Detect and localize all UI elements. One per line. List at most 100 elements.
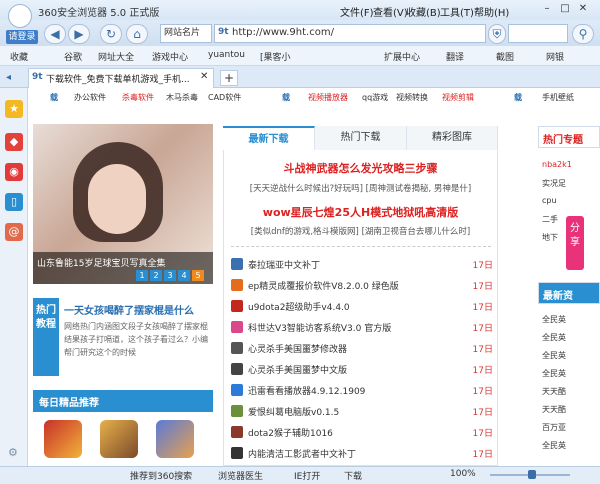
news-item-1[interactable]: 全民英 (542, 314, 566, 325)
hero-page-3[interactable]: 3 (164, 270, 176, 281)
list-item[interactable]: dota2猴子辅助1016 17日 (231, 422, 493, 443)
list-item-name[interactable]: dota2猴子辅助1016 (248, 426, 333, 439)
new-tab-button[interactable]: + (220, 70, 238, 86)
shield-icon[interactable]: ⛨ (488, 24, 506, 44)
hot-topic-2[interactable]: 实况足 (542, 178, 566, 189)
hot-tutorial-title[interactable]: 一天女孩喝醉了摆家棍是什么 (64, 302, 214, 317)
daily-app-icon-1[interactable] (44, 420, 82, 458)
menu-help[interactable]: 帮助(H) (474, 4, 509, 19)
favorites-icon[interactable]: ★ (5, 100, 23, 118)
news-item-6[interactable]: 天天酷 (542, 404, 566, 415)
sidebar-toggle-icon[interactable]: ◂ (6, 72, 11, 83)
bookmark-google[interactable]: 谷歌 (64, 50, 82, 63)
downloads[interactable]: 下载 (344, 469, 362, 482)
hero-page-1[interactable]: 1 (136, 270, 148, 281)
hot-topic-4[interactable]: 二手 (542, 214, 558, 225)
cat-video-edit[interactable]: 视频剪辑 (442, 92, 474, 103)
headline-1[interactable]: 斗战神武器怎么发光攻略三步骤 (223, 160, 498, 176)
recommend-360-search[interactable]: 推荐到360搜索 (130, 469, 192, 482)
list-item[interactable]: 心灵杀手美国噩梦修改器 17日 (231, 338, 493, 359)
tab-latest[interactable]: 最新下载 (223, 126, 315, 150)
cat-video-convert[interactable]: 视频转换 (396, 92, 428, 103)
bookmark-screenshot[interactable]: 截图 (496, 50, 514, 63)
list-item-name[interactable]: u9dota2超级助手v4.4.0 (248, 300, 350, 313)
bookmark-yuantou[interactable]: yuantou (208, 50, 245, 60)
list-item-name[interactable]: 迅雷看看播放器4.9.12.1909 (248, 384, 365, 397)
hot-topic-1[interactable]: nba2k1 (542, 160, 572, 169)
list-item-name[interactable]: 心灵杀手美国噩梦中文版 (248, 363, 347, 376)
list-item[interactable]: 科世达V3智能访客系统V3.0 官方版 17日 (231, 317, 493, 338)
headline-2[interactable]: wow星辰七煌25人H模式地狱吼高清版 (223, 204, 498, 220)
list-item-name[interactable]: 科世达V3智能访客系统V3.0 官方版 (248, 321, 391, 334)
subline-2[interactable]: [类似dnf的游戏,格斗模版网] [湖南卫视音台去哪儿什么时] (223, 225, 498, 237)
hero-page-5[interactable]: 5 (192, 270, 204, 281)
list-item[interactable]: 心灵杀手美国噩梦中文版 17日 (231, 359, 493, 380)
tab-close-icon[interactable]: ✕ (200, 71, 208, 82)
list-item[interactable]: 泰拉瑞亚中文补丁 17日 (231, 254, 493, 275)
cat-antivirus[interactable]: 杀毒软件 (122, 92, 154, 103)
weibo-icon[interactable]: ◉ (5, 163, 23, 181)
settings-gear-icon[interactable]: ⚙ (8, 446, 18, 459)
forward-button[interactable]: ▶ (68, 24, 90, 44)
minimize-button[interactable]: – (540, 2, 554, 16)
tab-gallery[interactable]: 精彩图库 (407, 126, 498, 150)
zoom-slider-handle[interactable] (528, 470, 536, 479)
daily-app-icon-2[interactable] (100, 420, 138, 458)
phone-icon[interactable]: ▯ (5, 193, 23, 211)
tab-hot[interactable]: 热门下载 (315, 126, 407, 150)
menu-tools[interactable]: 工具(T) (440, 4, 474, 19)
news-item-5[interactable]: 天天酷 (542, 386, 566, 397)
home-icon[interactable]: ⌂ (126, 24, 148, 44)
list-item[interactable]: 爱恨纠葛电脑版v0.1.5 17日 (231, 401, 493, 422)
cat-trojan[interactable]: 木马杀毒 (166, 92, 198, 103)
list-item[interactable]: 迅雷看看播放器4.9.12.1909 17日 (231, 380, 493, 401)
refresh-icon[interactable]: ↻ (100, 24, 122, 44)
login-button[interactable]: 请登录 (6, 30, 38, 44)
ie-open[interactable]: IE打开 (294, 469, 320, 482)
hot-topic-3[interactable]: cpu (542, 196, 557, 205)
bookmark-extensions[interactable]: 扩展中心 (384, 50, 420, 63)
hero-page-4[interactable]: 4 (178, 270, 190, 281)
list-item[interactable]: 内能清洁工影武者中文补丁 17日 (231, 443, 493, 464)
gift-icon[interactable]: ◆ (5, 133, 23, 151)
cat-office[interactable]: 办公软件 (74, 92, 106, 103)
bookmark-guoke[interactable]: [果客小 (260, 50, 291, 63)
url-text[interactable]: http://www.9ht.com/ (232, 27, 334, 38)
bookmark-nav[interactable]: 网址大全 (98, 50, 134, 63)
bookmark-games[interactable]: 游戏中心 (152, 50, 188, 63)
bookmark-favorites[interactable]: 收藏 (10, 50, 28, 63)
maximize-button[interactable]: □ (558, 2, 572, 16)
menu-view[interactable]: 查看(V) (373, 4, 408, 19)
news-item-3[interactable]: 全民英 (542, 350, 566, 361)
search-icon[interactable]: ⚲ (572, 24, 594, 44)
cat-qq-games[interactable]: qq游戏 (362, 92, 388, 103)
bookmark-translate[interactable]: 翻译 (446, 50, 464, 63)
cat-video-player[interactable]: 视频播放器 (308, 92, 348, 103)
list-item-name[interactable]: 爱恨纠葛电脑版v0.1.5 (248, 405, 339, 418)
news-item-4[interactable]: 全民英 (542, 368, 566, 379)
browser-doctor[interactable]: 浏览器医生 (218, 469, 263, 482)
list-item[interactable]: ep精灵成覆报价软件V8.2.0.0 绿色版 17日 (231, 275, 493, 296)
cat-cad[interactable]: CAD软件 (208, 92, 241, 103)
list-item-name[interactable]: 内能清洁工影武者中文补丁 (248, 447, 356, 460)
list-item-name[interactable]: 心灵杀手美国噩梦修改器 (248, 342, 347, 355)
back-button[interactable]: ◀ (44, 24, 66, 44)
news-item-8[interactable]: 全民英 (542, 440, 566, 451)
menu-file[interactable]: 文件(F) (340, 4, 374, 19)
search-input[interactable] (508, 24, 568, 43)
close-button[interactable]: ✕ (576, 2, 590, 16)
zoom-level[interactable]: 100% (450, 469, 476, 479)
list-item-name[interactable]: 泰拉瑞亚中文补丁 (248, 258, 320, 271)
news-item-7[interactable]: 百万亚 (542, 422, 566, 433)
cat-wallpaper[interactable]: 手机壁纸 (542, 92, 574, 103)
bookmark-bank[interactable]: 网银 (546, 50, 564, 63)
list-item[interactable]: u9dota2超级助手v4.4.0 17日 (231, 296, 493, 317)
share-button[interactable]: 分享 (566, 216, 584, 270)
news-item-2[interactable]: 全民英 (542, 332, 566, 343)
hot-topic-5[interactable]: 地下 (542, 232, 558, 243)
hero-page-2[interactable]: 2 (150, 270, 162, 281)
avatar[interactable] (8, 4, 32, 28)
site-card-select[interactable]: 网站名片 (160, 24, 212, 43)
mail-icon[interactable]: @ (5, 223, 23, 241)
menu-bookmarks[interactable]: 收藏(B) (406, 4, 441, 19)
